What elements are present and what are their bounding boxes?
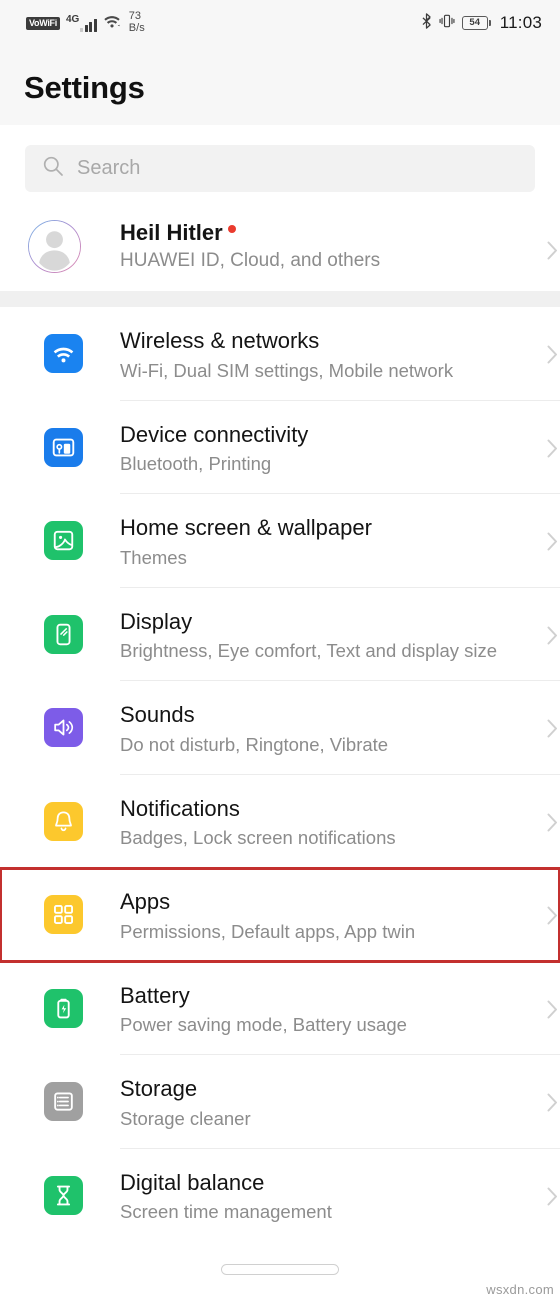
apps-grid-icon	[44, 895, 83, 934]
settings-row-subtitle: Brightness, Eye comfort, Text and displa…	[120, 640, 498, 661]
row-text-group: Wireless & networks Wi-Fi, Dual SIM sett…	[120, 327, 453, 382]
settings-row-title: Sounds	[120, 702, 195, 727]
status-bar-left-group: VoWiFi 4G 73 B/s	[16, 11, 145, 34]
display-phone-icon	[44, 614, 83, 654]
settings-row-display[interactable]: Display Brightness, Eye comfort, Text an…	[0, 587, 560, 681]
settings-list: Wireless & networks Wi-Fi, Dual SIM sett…	[0, 307, 560, 1242]
settings-row-subtitle: Bluetooth, Printing	[120, 453, 272, 474]
settings-row-subtitle: Wi-Fi, Dual SIM settings, Mobile network	[120, 359, 454, 381]
vibrate-icon	[439, 13, 455, 34]
chevron-right-icon	[547, 1187, 558, 1211]
settings-row-title: Notifications	[120, 795, 240, 821]
row-text-group: Notifications Badges, Lock screen notifi…	[120, 795, 396, 850]
settings-row-home-screen-wallpaper[interactable]: Home screen & wallpaper Themes	[0, 494, 560, 588]
account-badge-dot	[227, 225, 236, 233]
wifi-icon	[44, 334, 83, 373]
bottom-navigation-area: wsxdn.com	[0, 1250, 560, 1300]
chevron-right-icon	[547, 439, 558, 463]
signal-bars-icon	[80, 18, 97, 32]
battery-bolt-icon	[44, 988, 83, 1028]
bluetooth-icon	[421, 12, 432, 34]
chevron-right-icon	[547, 813, 558, 837]
device-connectivity-icon	[44, 427, 83, 467]
wallpaper-image-icon	[44, 521, 83, 560]
settings-row-subtitle: Badges, Lock screen notifications	[120, 827, 396, 848]
chevron-right-icon	[547, 241, 558, 265]
speaker-volume-icon	[44, 708, 83, 747]
row-text-group: Battery Power saving mode, Battery usage	[120, 982, 407, 1037]
row-text-group: Sounds Do not disturb, Ringtone, Vibrate	[120, 701, 388, 756]
wifi-icon	[103, 13, 121, 33]
settings-row-digital-balance[interactable]: Digital balance Screen time management	[0, 1148, 560, 1242]
avatar	[28, 220, 81, 273]
settings-row-subtitle: Storage cleaner	[120, 1107, 251, 1129]
settings-row-battery[interactable]: Battery Power saving mode, Battery usage	[0, 961, 560, 1055]
vowifi-badge: VoWiFi	[26, 16, 60, 30]
settings-row-wireless-networks[interactable]: Wireless & networks Wi-Fi, Dual SIM sett…	[0, 307, 560, 401]
page-title: Settings	[24, 70, 145, 105]
settings-row-title: Device connectivity	[120, 421, 309, 447]
battery-body: 54	[461, 16, 488, 30]
row-text-group: Apps Permissions, Default apps, App twin	[120, 888, 415, 943]
settings-row-subtitle: Power saving mode, Battery usage	[120, 1014, 407, 1035]
settings-row-title: Apps	[120, 889, 171, 914]
settings-row-notifications[interactable]: Notifications Badges, Lock screen notifi…	[0, 774, 560, 868]
chevron-right-icon	[547, 345, 558, 369]
chevron-right-icon	[547, 906, 558, 930]
person-avatar-icon	[29, 221, 80, 272]
search-area: Search	[0, 125, 560, 201]
status-bar-clock: 11:03	[499, 13, 542, 32]
title-bar: Settings	[0, 46, 560, 125]
settings-row-title: Battery	[120, 982, 190, 1008]
search-icon	[42, 155, 64, 182]
chevron-right-icon	[547, 719, 558, 743]
search-input[interactable]: Search	[25, 145, 535, 192]
settings-row-title: Display	[120, 608, 193, 634]
settings-row-title: Wireless & networks	[120, 328, 320, 353]
settings-row-title: Storage	[120, 1076, 198, 1101]
row-text-group: Home screen & wallpaper Themes	[120, 514, 372, 569]
storage-list-icon	[44, 1082, 83, 1121]
chevron-right-icon	[547, 626, 558, 650]
network-type-label: 4G	[65, 13, 80, 25]
settings-row-title: Home screen & wallpaper	[120, 515, 372, 540]
row-text-group: Digital balance Screen time management	[120, 1169, 332, 1224]
settings-row-sounds[interactable]: Sounds Do not disturb, Ringtone, Vibrate	[0, 681, 560, 775]
search-placeholder: Search	[77, 157, 141, 179]
settings-row-subtitle: Do not disturb, Ringtone, Vibrate	[120, 733, 389, 755]
account-subtitle: HUAWEI ID, Cloud, and others	[120, 250, 381, 271]
row-text-group: Device connectivity Bluetooth, Printing	[120, 421, 308, 476]
row-text-group: Display Brightness, Eye comfort, Text an…	[120, 608, 497, 663]
data-rate-indicator: 73 B/s	[129, 11, 145, 34]
status-bar: VoWiFi 4G 73 B/s 54 11:03	[0, 0, 560, 46]
battery-cap	[488, 20, 491, 26]
battery-level-label: 54	[469, 17, 480, 29]
battery-icon: 54	[461, 16, 491, 30]
account-name-line: Heil Hitler	[120, 220, 380, 246]
data-rate-unit: B/s	[128, 22, 145, 34]
account-text-group: Heil Hitler HUAWEI ID, Cloud, and others	[120, 220, 380, 272]
status-bar-right-group: 54 11:03	[421, 12, 544, 34]
settings-row-subtitle: Screen time management	[120, 1201, 332, 1222]
settings-row-apps[interactable]: Apps Permissions, Default apps, App twin	[0, 867, 560, 963]
chevron-right-icon	[547, 532, 558, 556]
section-divider-band	[0, 291, 560, 307]
settings-row-title: Digital balance	[120, 1169, 265, 1195]
row-text-group: Storage Storage cleaner	[120, 1075, 251, 1130]
hourglass-icon	[44, 1175, 83, 1215]
watermark: wsxdn.com	[486, 1282, 554, 1297]
settings-row-subtitle: Permissions, Default apps, App twin	[120, 920, 416, 942]
account-name: Heil Hitler	[120, 220, 223, 245]
chevron-right-icon	[547, 1000, 558, 1024]
account-row[interactable]: Heil Hitler HUAWEI ID, Cloud, and others	[0, 201, 560, 291]
mobile-signal-group: 4G	[65, 13, 97, 32]
chevron-right-icon	[547, 1093, 558, 1117]
home-gesture-pill[interactable]	[221, 1264, 339, 1275]
settings-row-device-connectivity[interactable]: Device connectivity Bluetooth, Printing	[0, 400, 560, 494]
settings-row-storage[interactable]: Storage Storage cleaner	[0, 1055, 560, 1149]
settings-row-subtitle: Themes	[120, 546, 187, 568]
bell-icon	[44, 801, 83, 841]
